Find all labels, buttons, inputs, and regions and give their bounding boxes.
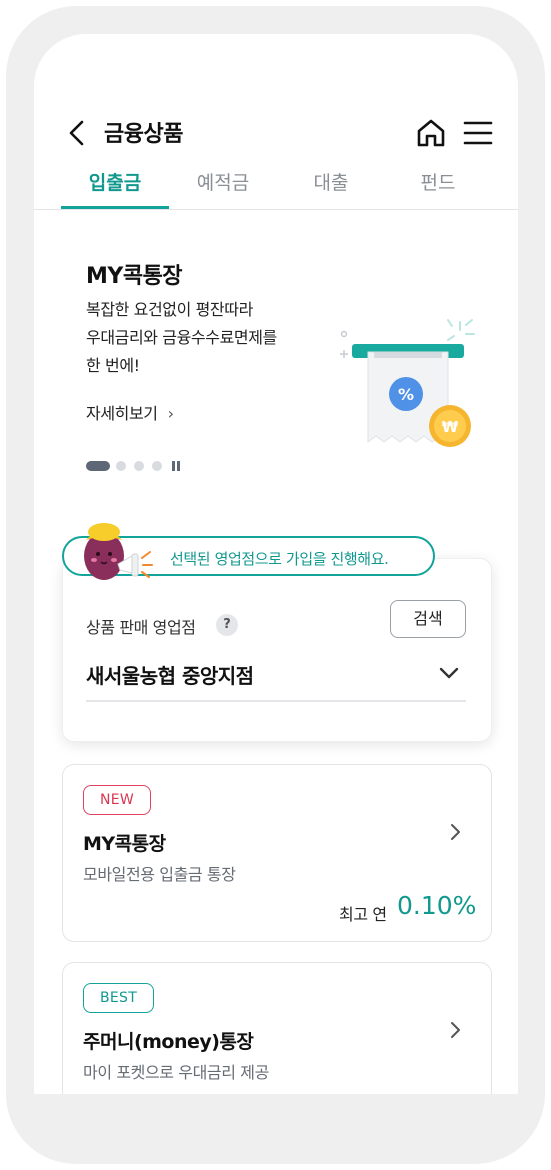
chevron-down-icon bbox=[439, 667, 459, 679]
phone-frame-bottom bbox=[34, 1094, 518, 1142]
product-description: 마이 포켓으로 우대금리 제공 bbox=[83, 1063, 269, 1082]
banner-title: MY콕통장 bbox=[86, 264, 183, 289]
interest-rate-value: 0.10% bbox=[397, 891, 477, 920]
page-title: 금융상품 bbox=[104, 122, 183, 147]
pager-dot-active[interactable] bbox=[86, 461, 110, 471]
branch-search-button[interactable]: 검색 bbox=[390, 600, 466, 638]
selected-branch-value: 새서울농협 중앙지점 bbox=[86, 664, 254, 688]
banner-text-line: 한 번에! bbox=[86, 356, 140, 375]
help-icon[interactable]: ? bbox=[216, 614, 238, 636]
product-name: MY콕통장 bbox=[83, 833, 166, 855]
branch-notice-text: 선택된 영업점으로 가입을 진행해요. bbox=[170, 550, 389, 568]
product-category-tabs: 입출금 예적금 대출 펀드 bbox=[34, 162, 518, 210]
branch-selection-card bbox=[62, 558, 492, 742]
banner-text-line: 복잡한 요건없이 평잔따라 bbox=[86, 300, 253, 319]
rate-label: 최고 연 bbox=[339, 905, 387, 924]
tab-loan[interactable]: 대출 bbox=[277, 168, 385, 209]
product-description: 모바일전용 입출금 통장 bbox=[83, 865, 236, 884]
chevron-right-icon bbox=[451, 1022, 460, 1038]
chevron-right-icon: › bbox=[167, 404, 174, 423]
tab-deposit-withdrawal[interactable]: 입출금 bbox=[61, 168, 169, 209]
app-screen: 금융상품 입출금 예적금 대출 펀드 MY콕통장 복잡한 요건없이 평잔따라 우… bbox=[34, 34, 518, 1142]
product-name: 주머니(money)통장 bbox=[83, 1031, 254, 1053]
pause-icon[interactable] bbox=[170, 460, 182, 472]
app-header: 금융상품 bbox=[34, 112, 518, 156]
pager-dot[interactable] bbox=[134, 461, 144, 471]
chevron-right-icon bbox=[451, 824, 460, 840]
product-card[interactable]: NEW MY콕통장 모바일전용 입출금 통장 최고 연 0.10% bbox=[62, 764, 492, 942]
tab-savings[interactable]: 예적금 bbox=[169, 168, 277, 209]
pager-dot[interactable] bbox=[116, 461, 126, 471]
banner-more-link[interactable]: 자세히보기 › bbox=[86, 400, 174, 424]
mascot-megaphone-icon bbox=[84, 523, 153, 580]
best-badge: BEST bbox=[83, 983, 155, 1013]
home-icon[interactable] bbox=[414, 116, 448, 150]
svg-text:%: % bbox=[398, 385, 414, 404]
svg-text:₩: ₩ bbox=[442, 418, 459, 436]
chevron-left-icon[interactable] bbox=[64, 118, 92, 148]
receipt-coin-illustration: % ₩ bbox=[340, 319, 475, 447]
banner-text-line: 우대금리와 금융수수료면제를 bbox=[86, 328, 277, 347]
branch-select-dropdown[interactable]: 새서울농협 중앙지점 bbox=[86, 654, 466, 702]
active-tab-indicator bbox=[61, 206, 169, 209]
pager-dot[interactable] bbox=[152, 461, 162, 471]
banner-more-label: 자세히보기 bbox=[86, 404, 158, 423]
branch-label: 상품 판매 영업점 bbox=[86, 618, 196, 637]
hamburger-menu-icon[interactable] bbox=[462, 118, 494, 148]
new-badge: NEW bbox=[83, 785, 152, 815]
tab-fund[interactable]: 펀드 bbox=[384, 168, 492, 209]
